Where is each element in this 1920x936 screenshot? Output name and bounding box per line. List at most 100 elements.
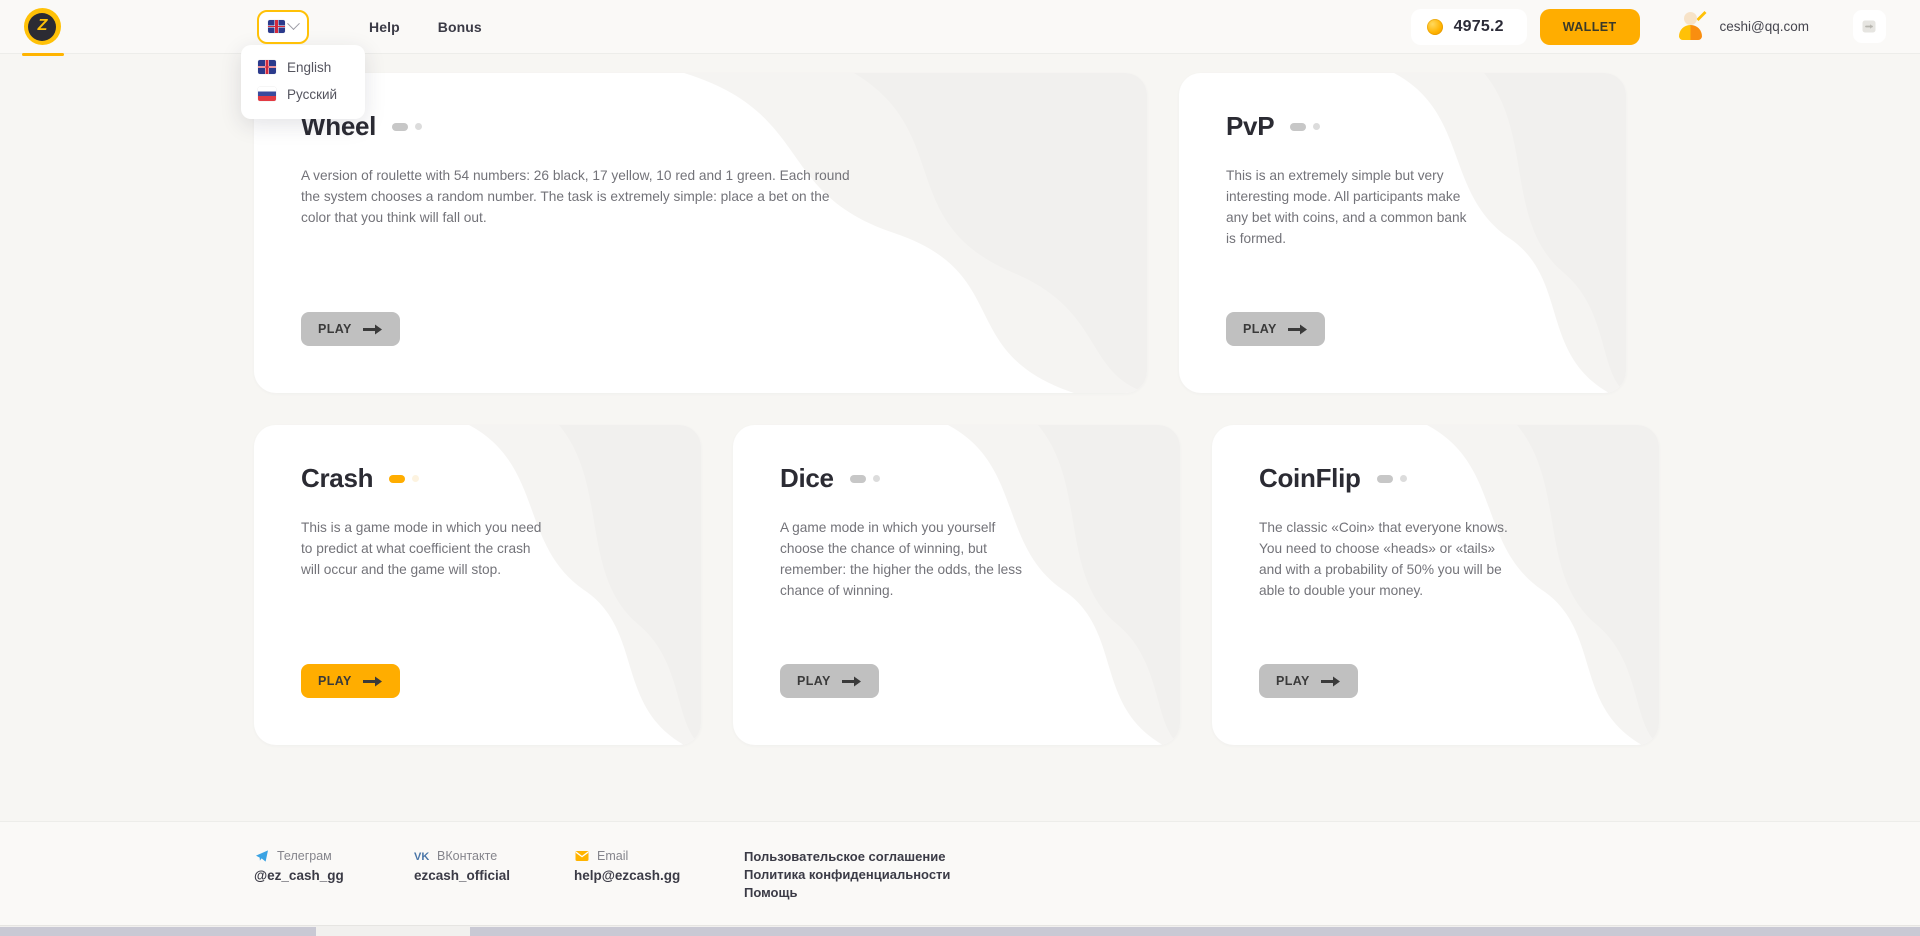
play-button-coinflip[interactable]: PLAY: [1259, 664, 1358, 698]
site-logo[interactable]: Z: [0, 0, 84, 54]
game-card-coinflip[interactable]: CoinFlip The classic «Coin» that everyon…: [1212, 425, 1659, 745]
card-title: Crash: [301, 463, 373, 494]
card-header: CoinFlip: [1259, 463, 1659, 494]
uk-flag-icon: [258, 60, 276, 74]
status-dot: [412, 475, 419, 482]
language-option-russian[interactable]: Русский: [241, 81, 365, 108]
header-right-cluster: 4975.2 WALLET ceshi@qq.com: [1411, 9, 1920, 45]
card-body: Crash This is a game mode in which you n…: [254, 425, 701, 580]
contact-value[interactable]: help@ezcash.gg: [574, 868, 734, 883]
logout-button[interactable]: [1853, 10, 1886, 43]
status-indicator: [1377, 475, 1407, 483]
language-dropdown-menu[interactable]: English Русский: [241, 45, 365, 119]
footer-contact-email: Email help@ezcash.gg: [574, 848, 734, 883]
language-option-english[interactable]: English: [241, 54, 365, 81]
card-header: Wheel: [301, 111, 1147, 142]
contact-head: Телеграм: [254, 848, 414, 864]
language-option-label: English: [287, 60, 331, 75]
nav-link-help[interactable]: Help: [369, 19, 400, 35]
balance-value: 4975.2: [1454, 18, 1504, 36]
contact-label: Email: [597, 849, 628, 863]
status-dot: [873, 475, 880, 482]
avatar-body: [1679, 25, 1702, 40]
game-row-2: Crash This is a game mode in which you n…: [254, 425, 1666, 745]
logout-icon: [1861, 18, 1878, 35]
card-header: Dice: [780, 463, 1180, 494]
chevron-down-icon: [287, 17, 300, 30]
user-email[interactable]: ceshi@qq.com: [1720, 19, 1810, 34]
game-card-wheel[interactable]: Wheel A version of roulette with 54 numb…: [254, 73, 1147, 393]
game-card-crash[interactable]: Crash This is a game mode in which you n…: [254, 425, 701, 745]
play-button-pvp[interactable]: PLAY: [1226, 312, 1325, 346]
arrow-right-icon: [842, 675, 862, 688]
footer-inner: Телеграм @ez_cash_gg VK ВКонтакте ezcash…: [254, 848, 1666, 902]
scrollbar-thumb-left[interactable]: [0, 927, 316, 936]
edit-pencil-icon: [1697, 11, 1707, 21]
status-pill: [1290, 123, 1306, 131]
app-footer: Телеграм @ez_cash_gg VK ВКонтакте ezcash…: [0, 821, 1920, 925]
legal-link-privacy-policy[interactable]: Политика конфиденциальности: [744, 866, 950, 884]
card-header: PvP: [1226, 111, 1626, 142]
play-button-crash[interactable]: PLAY: [301, 664, 400, 698]
status-indicator: [389, 475, 419, 483]
contact-value[interactable]: ezcash_official: [414, 868, 574, 883]
card-description: This is a game mode in which you need to…: [301, 517, 551, 580]
header-nav: Help Bonus: [369, 19, 482, 35]
legal-link-help[interactable]: Помощь: [744, 884, 950, 902]
active-tab-indicator: [22, 53, 64, 56]
status-dot: [415, 123, 422, 130]
page-root: Z English Русский Help: [0, 0, 1920, 936]
card-title: Dice: [780, 463, 834, 494]
arrow-right-icon: [1288, 323, 1308, 336]
card-body: Wheel A version of roulette with 54 numb…: [254, 73, 1147, 228]
avatar[interactable]: [1676, 11, 1707, 42]
main-content: Wheel A version of roulette with 54 numb…: [0, 54, 1920, 834]
play-label: PLAY: [318, 322, 352, 336]
play-label: PLAY: [318, 674, 352, 688]
legal-link-user-agreement[interactable]: Пользовательское соглашение: [744, 848, 950, 866]
game-row-1: Wheel A version of roulette with 54 numb…: [254, 73, 1666, 393]
contact-label: ВКонтакте: [437, 849, 497, 863]
footer-contact-vk: VK ВКонтакте ezcash_official: [414, 848, 574, 883]
status-indicator: [1290, 123, 1320, 131]
card-description: A game mode in which you yourself choose…: [780, 517, 1030, 601]
contact-head: Email: [574, 848, 734, 864]
play-label: PLAY: [1243, 322, 1277, 336]
status-dot: [1313, 123, 1320, 130]
logo-inner-circle: Z: [28, 13, 56, 41]
card-body: CoinFlip The classic «Coin» that everyon…: [1212, 425, 1659, 601]
language-selector: English Русский: [257, 10, 309, 44]
email-icon: [574, 849, 589, 864]
footer-legal-links: Пользовательское соглашение Политика кон…: [744, 848, 950, 902]
status-pill: [1377, 475, 1393, 483]
card-header: Crash: [301, 463, 701, 494]
game-card-pvp[interactable]: PvP This is an extremely simple but very…: [1179, 73, 1626, 393]
arrow-right-icon: [363, 675, 383, 688]
card-body: Dice A game mode in which you yourself c…: [733, 425, 1180, 601]
avatar-head: [1684, 12, 1697, 25]
nav-link-bonus[interactable]: Bonus: [438, 19, 482, 35]
language-button[interactable]: [257, 10, 309, 44]
wallet-button[interactable]: WALLET: [1540, 9, 1640, 45]
card-description: This is an extremely simple but very int…: [1226, 165, 1476, 249]
horizontal-scrollbar[interactable]: [0, 925, 1920, 936]
status-pill: [850, 475, 866, 483]
status-indicator: [392, 123, 422, 131]
arrow-right-icon: [1321, 675, 1341, 688]
play-button-dice[interactable]: PLAY: [780, 664, 879, 698]
play-label: PLAY: [1276, 674, 1310, 688]
scrollbar-thumb[interactable]: [470, 927, 1920, 936]
card-description: A version of roulette with 54 numbers: 2…: [301, 165, 861, 228]
status-pill: [392, 123, 408, 131]
russia-flag-icon: [258, 87, 276, 101]
contact-value[interactable]: @ez_cash_gg: [254, 868, 414, 883]
contact-label: Телеграм: [277, 849, 332, 863]
game-card-dice[interactable]: Dice A game mode in which you yourself c…: [733, 425, 1180, 745]
vk-icon: VK: [414, 849, 429, 864]
play-button-wheel[interactable]: PLAY: [301, 312, 400, 346]
app-header: Z English Русский Help: [0, 0, 1920, 54]
ez-logo-icon: Z: [24, 8, 61, 45]
balance-display[interactable]: 4975.2: [1411, 9, 1527, 45]
card-description: The classic «Coin» that everyone knows. …: [1259, 517, 1509, 601]
play-label: PLAY: [797, 674, 831, 688]
